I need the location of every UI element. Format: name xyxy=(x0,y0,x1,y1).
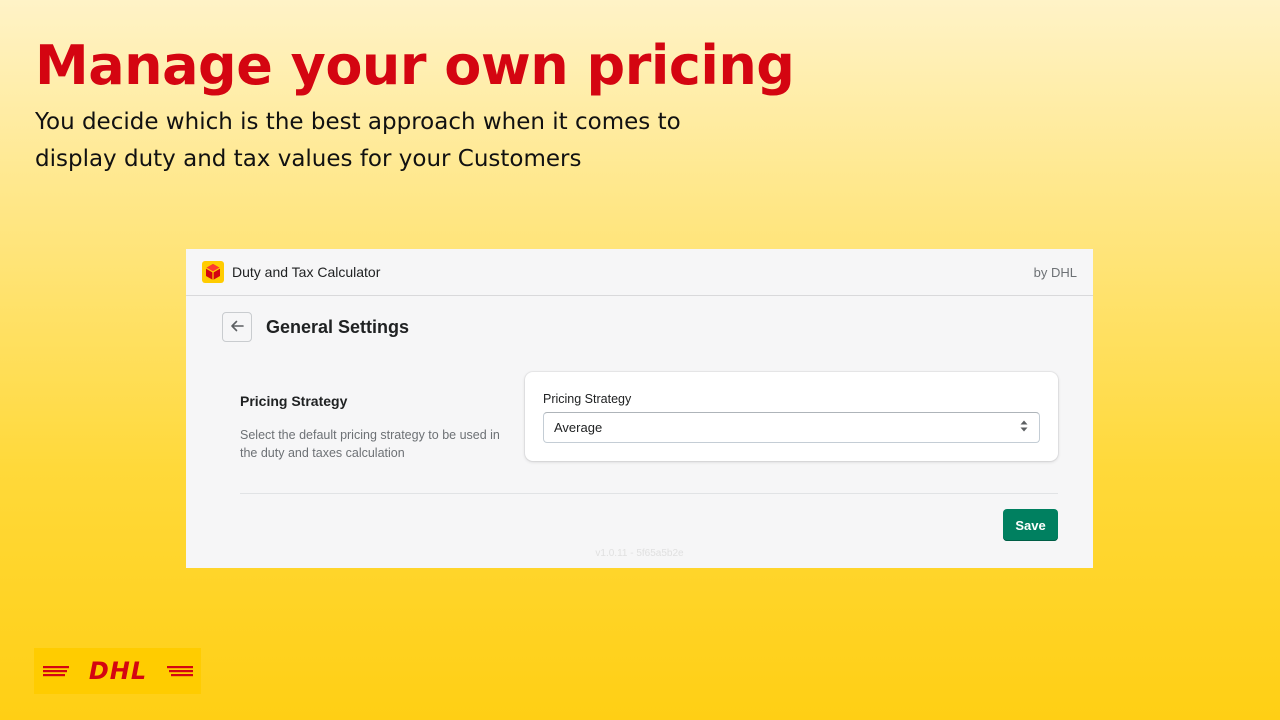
select-value: Average xyxy=(554,420,603,435)
marketing-subline: You decide which is the best approach wh… xyxy=(35,109,681,172)
dhl-logo: DHL xyxy=(34,648,201,694)
page-title: General Settings xyxy=(266,316,410,337)
back-button[interactable] xyxy=(222,312,252,342)
app-byline: by DHL xyxy=(1033,264,1077,280)
dhl-package-icon xyxy=(202,261,224,283)
app-header: Duty and Tax Calculator by DHL xyxy=(186,249,1093,296)
settings-card: Pricing Strategy Average xyxy=(525,372,1058,461)
save-button[interactable]: Save xyxy=(1003,509,1058,541)
dhl-logo-text: DHL xyxy=(88,657,146,685)
select-arrows-icon xyxy=(1019,418,1029,437)
divider xyxy=(240,493,1058,494)
page-header: General Settings xyxy=(222,312,409,342)
pricing-strategy-select[interactable]: Average xyxy=(543,412,1040,443)
pricing-strategy-label: Pricing Strategy xyxy=(543,392,632,406)
marketing-headline: Manage your own pricing xyxy=(35,34,795,97)
app-window: Duty and Tax Calculator by DHL General S… xyxy=(186,249,1093,568)
version-text: v1.0.11 - 5f65a5b2e xyxy=(595,548,684,559)
section-description: Select the default pricing strategy to b… xyxy=(240,428,500,460)
app-title: Duty and Tax Calculator xyxy=(232,264,381,280)
app-header-left: Duty and Tax Calculator xyxy=(202,261,380,283)
section-title: Pricing Strategy xyxy=(240,393,348,409)
arrow-left-icon xyxy=(230,318,244,337)
